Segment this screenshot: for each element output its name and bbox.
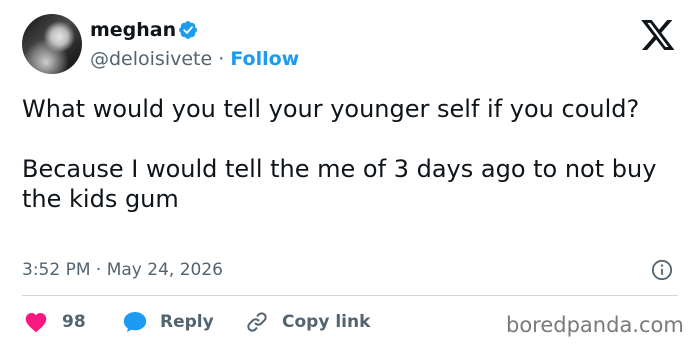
copy-link-label: Copy link (282, 312, 371, 332)
heart-icon (25, 313, 47, 333)
reply-label: Reply (160, 312, 214, 332)
like-count: 98 (62, 312, 86, 332)
author-handle[interactable]: @deloisivete (90, 48, 212, 70)
divider (22, 295, 678, 296)
speech-bubble-icon (123, 312, 147, 332)
separator-dot: · (218, 48, 225, 70)
handle-row: @deloisivete · Follow (90, 47, 299, 71)
watermark: boredpanda.com (506, 313, 684, 337)
tweet-paragraph: Because I would tell the me of 3 days ag… (22, 155, 657, 213)
info-icon[interactable] (651, 259, 673, 281)
like-button[interactable]: 98 (24, 310, 86, 334)
tweet-paragraph: What would you tell your younger self if… (22, 95, 640, 123)
tweet-text: What would you tell your younger self if… (22, 94, 672, 214)
verified-badge-icon (179, 21, 197, 39)
follow-button[interactable]: Follow (230, 48, 299, 70)
link-icon (247, 312, 267, 332)
timestamp[interactable]: 3:52 PM · May 24, 2026 (22, 258, 223, 282)
author-name[interactable]: meghan (90, 18, 176, 42)
x-logo-icon[interactable] (640, 18, 676, 52)
reply-button[interactable]: Reply (122, 310, 214, 334)
copy-link-button[interactable]: Copy link (244, 310, 370, 334)
avatar[interactable] (22, 14, 82, 74)
